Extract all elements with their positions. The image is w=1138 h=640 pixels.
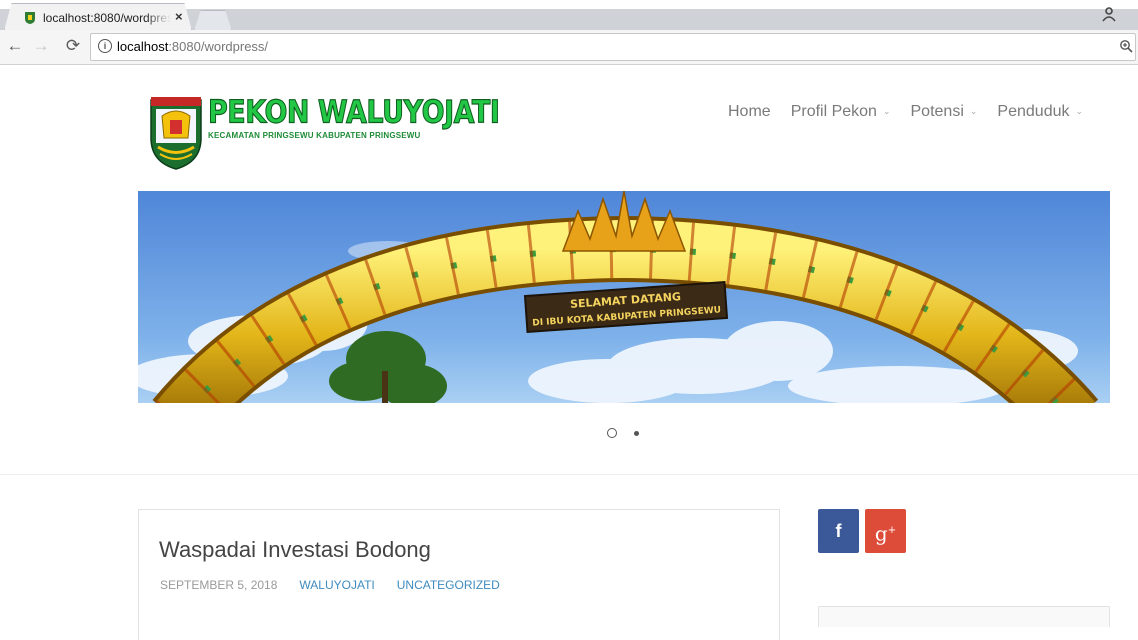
favicon-icon xyxy=(25,12,35,24)
nav-penduduk-label: Penduduk xyxy=(997,103,1070,120)
gplus-glyph: g xyxy=(874,521,888,546)
info-icon[interactable]: i xyxy=(98,39,112,53)
site-title[interactable]: PEKON WALUYOJATI xyxy=(207,94,500,131)
post-title[interactable]: Waspadai Investasi Bodong xyxy=(159,537,431,563)
profile-icon[interactable] xyxy=(1102,6,1116,22)
zoom-icon[interactable] xyxy=(1119,39,1133,53)
browser-tabstrip: localhost:8080/wordpress/ × xyxy=(0,0,1138,31)
site-tagline: KECAMATAN PRINGSEWU KABUPATEN PRINGSEWU xyxy=(208,131,421,140)
url-host: localhost xyxy=(117,39,169,54)
tab-close-button[interactable]: × xyxy=(175,9,183,24)
sidebar-widget xyxy=(818,606,1110,627)
section-divider xyxy=(0,474,1138,475)
nav-home-label: Home xyxy=(728,103,771,120)
pringsewu-emblem-icon xyxy=(150,97,202,170)
slider-pagination xyxy=(602,426,652,440)
social-links: f g+ xyxy=(818,509,906,553)
nav-home[interactable]: Home xyxy=(728,101,771,123)
facebook-icon[interactable]: f xyxy=(818,509,859,553)
forward-icon[interactable]: → xyxy=(30,34,52,58)
post-author[interactable]: WALUYOJATI xyxy=(299,578,374,592)
facebook-glyph: f xyxy=(835,521,842,541)
gplus-plus-glyph: + xyxy=(887,525,897,536)
address-url[interactable]: localhost:8080/wordpress/ xyxy=(117,39,268,54)
slider-dot[interactable] xyxy=(634,431,639,436)
post-date[interactable]: SEPTEMBER 5, 2018 xyxy=(160,578,277,592)
chevron-down-icon: ⌄ xyxy=(1075,105,1084,116)
nav-potensi[interactable]: Potensi ⌄ xyxy=(911,101,978,123)
browser-toolbar: ← → ⟳ i localhost:8080/wordpress/ xyxy=(0,30,1138,65)
google-plus-icon[interactable]: g+ xyxy=(865,509,906,553)
main-navigation: Home Profil Pekon ⌄ Potensi ⌄ Penduduk ⌄ xyxy=(728,101,1083,123)
slider-image: SELAMAT DATANG DI IBU KOTA KABUPATEN PRI… xyxy=(138,191,1110,403)
address-bar[interactable]: i localhost:8080/wordpress/ xyxy=(90,33,1136,61)
url-path: :8080/wordpress/ xyxy=(168,39,269,54)
tab-title: localhost:8080/wordpress/ xyxy=(43,11,171,25)
reload-icon[interactable]: ⟳ xyxy=(62,34,84,58)
nav-profil-pekon[interactable]: Profil Pekon ⌄ xyxy=(791,101,891,123)
post-card: Waspadai Investasi Bodong SEPTEMBER 5, 2… xyxy=(138,509,780,640)
nav-profil-pekon-label: Profil Pekon xyxy=(790,103,877,120)
website: PEKON WALUYOJATI KECAMATAN PRINGSEWU KAB… xyxy=(0,65,1138,640)
back-icon[interactable]: ← xyxy=(4,34,26,58)
chevron-down-icon: ⌄ xyxy=(969,105,978,116)
post-category[interactable]: UNCATEGORIZED xyxy=(397,578,500,592)
nav-penduduk[interactable]: Penduduk ⌄ xyxy=(997,101,1083,123)
nav-potensi-label: Potensi xyxy=(910,103,964,120)
chevron-down-icon: ⌄ xyxy=(882,105,891,116)
hero-slider[interactable]: SELAMAT DATANG DI IBU KOTA KABUPATEN PRI… xyxy=(138,191,1110,403)
browser-tab[interactable]: localhost:8080/wordpress/ × xyxy=(4,3,192,31)
post-meta: SEPTEMBER 5, 2018 WALUYOJATI UNCATEGORIZ… xyxy=(160,578,500,592)
slider-dot-active[interactable] xyxy=(607,428,617,438)
site-logo[interactable]: PEKON WALUYOJATI KECAMATAN PRINGSEWU KAB… xyxy=(148,92,500,172)
